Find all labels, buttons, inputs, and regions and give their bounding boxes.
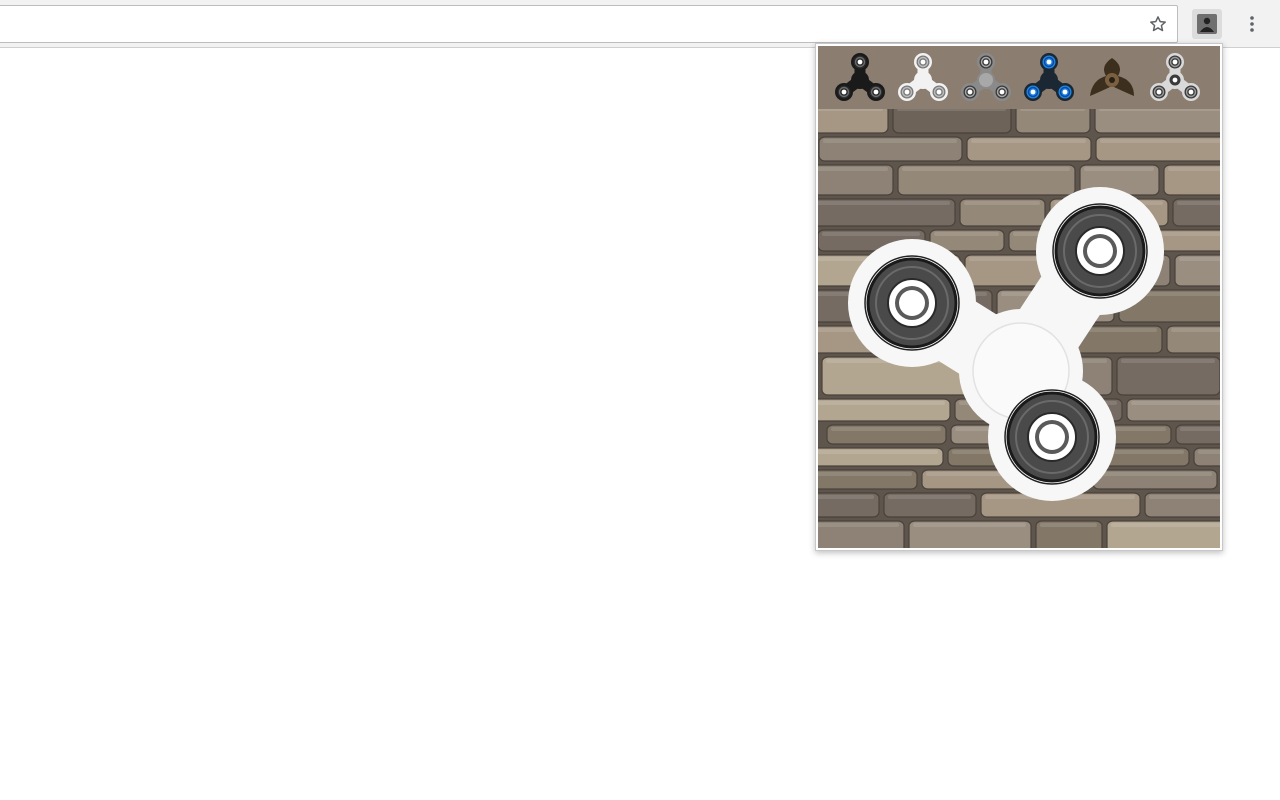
fidget-spinner[interactable] bbox=[818, 109, 1220, 548]
bearing-2 bbox=[864, 255, 960, 351]
browser-toolbar bbox=[0, 0, 1280, 48]
more-vert-icon bbox=[1250, 16, 1254, 32]
spinner-silver-icon[interactable] bbox=[1147, 50, 1203, 106]
address-bar[interactable] bbox=[0, 5, 1178, 43]
spinner-black-icon[interactable] bbox=[832, 50, 888, 106]
spinner-white-icon[interactable] bbox=[895, 50, 951, 106]
spinner-blue-icon[interactable] bbox=[1021, 50, 1077, 106]
spinner-picker bbox=[818, 46, 1220, 109]
extension-icon bbox=[1197, 14, 1217, 34]
extension-button[interactable] bbox=[1192, 9, 1222, 39]
bearing-1 bbox=[1052, 203, 1148, 299]
fidget-spinner-popup bbox=[815, 43, 1223, 551]
spinner-stage bbox=[818, 109, 1220, 548]
star-icon bbox=[1150, 16, 1166, 32]
browser-menu-button[interactable] bbox=[1240, 12, 1264, 36]
spinner-gray-icon[interactable] bbox=[958, 50, 1014, 106]
bearing-3 bbox=[1004, 389, 1100, 485]
bookmark-star-button[interactable] bbox=[1146, 12, 1170, 36]
spinner-bronze-icon[interactable] bbox=[1084, 50, 1140, 106]
